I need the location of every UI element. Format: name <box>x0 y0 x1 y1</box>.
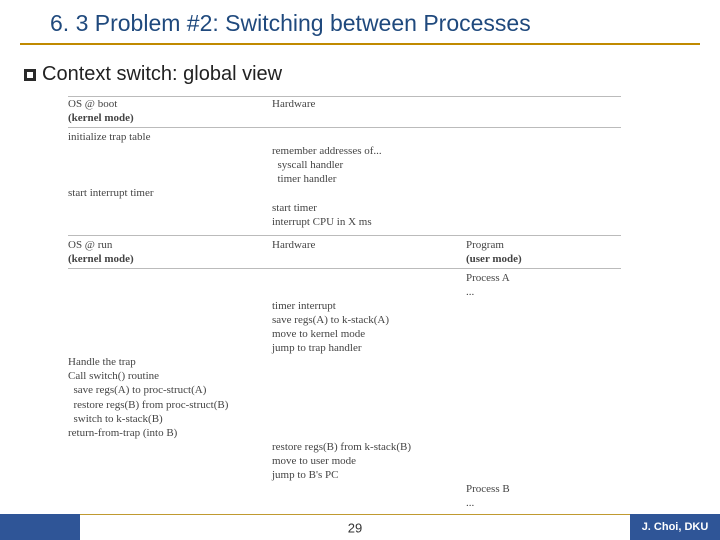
footer-left-accent <box>0 514 80 540</box>
sec1-r2c2: remember addresses of... syscall handler… <box>272 144 462 186</box>
sec2-col1-header: OS @ run (kernel mode) <box>68 238 268 266</box>
sec2-h3: Program <box>466 239 504 251</box>
sec2-h1: OS @ run <box>68 239 112 251</box>
sec2-col2-header: Hardware <box>272 238 462 266</box>
sec2-h1b: (kernel mode) <box>68 253 134 265</box>
author-label: J. Choi, DKU <box>642 521 709 533</box>
sec1-h1b: (kernel mode) <box>68 112 134 124</box>
slide-title: 6. 3 Problem #2: Switching between Proce… <box>20 10 700 45</box>
sec1-r1c1: initialize trap table <box>68 130 268 144</box>
sec2-r5c3: Process B ... <box>466 482 606 510</box>
footer-mid: 29 <box>80 514 630 540</box>
sec2-r2c2: timer interrupt save regs(A) to k-stack(… <box>272 299 462 355</box>
footer: 29 J. Choi, DKU <box>0 514 720 540</box>
bullet-item: Context switch: global view <box>20 63 700 86</box>
sec1-col2-header: Hardware <box>272 97 462 125</box>
sec2-r1c3: Process A ... <box>466 271 606 299</box>
page-number: 29 <box>348 520 362 535</box>
sec2-r4c2: restore regs(B) from k-stack(B) move to … <box>272 440 462 482</box>
slide: 6. 3 Problem #2: Switching between Proce… <box>0 0 720 540</box>
footer-right-accent: J. Choi, DKU <box>630 514 720 540</box>
sec2-r3c1: Handle the trap Call switch() routine sa… <box>68 355 268 439</box>
sec1-col1-header: OS @ boot (kernel mode) <box>68 97 268 125</box>
sec2-h3b: (user mode) <box>466 253 522 265</box>
bullet-icon <box>24 69 36 81</box>
bullet-text: Context switch: global view <box>42 63 282 86</box>
sec1-h1: OS @ boot <box>68 98 117 110</box>
sec2-col3-header: Program (user mode) <box>466 238 606 266</box>
protocol-table: OS @ boot (kernel mode) Hardware initial… <box>68 96 644 540</box>
sec1-r3c1: start interrupt timer <box>68 186 268 200</box>
sec1-r3c2: start timer interrupt CPU in X ms <box>272 201 462 229</box>
